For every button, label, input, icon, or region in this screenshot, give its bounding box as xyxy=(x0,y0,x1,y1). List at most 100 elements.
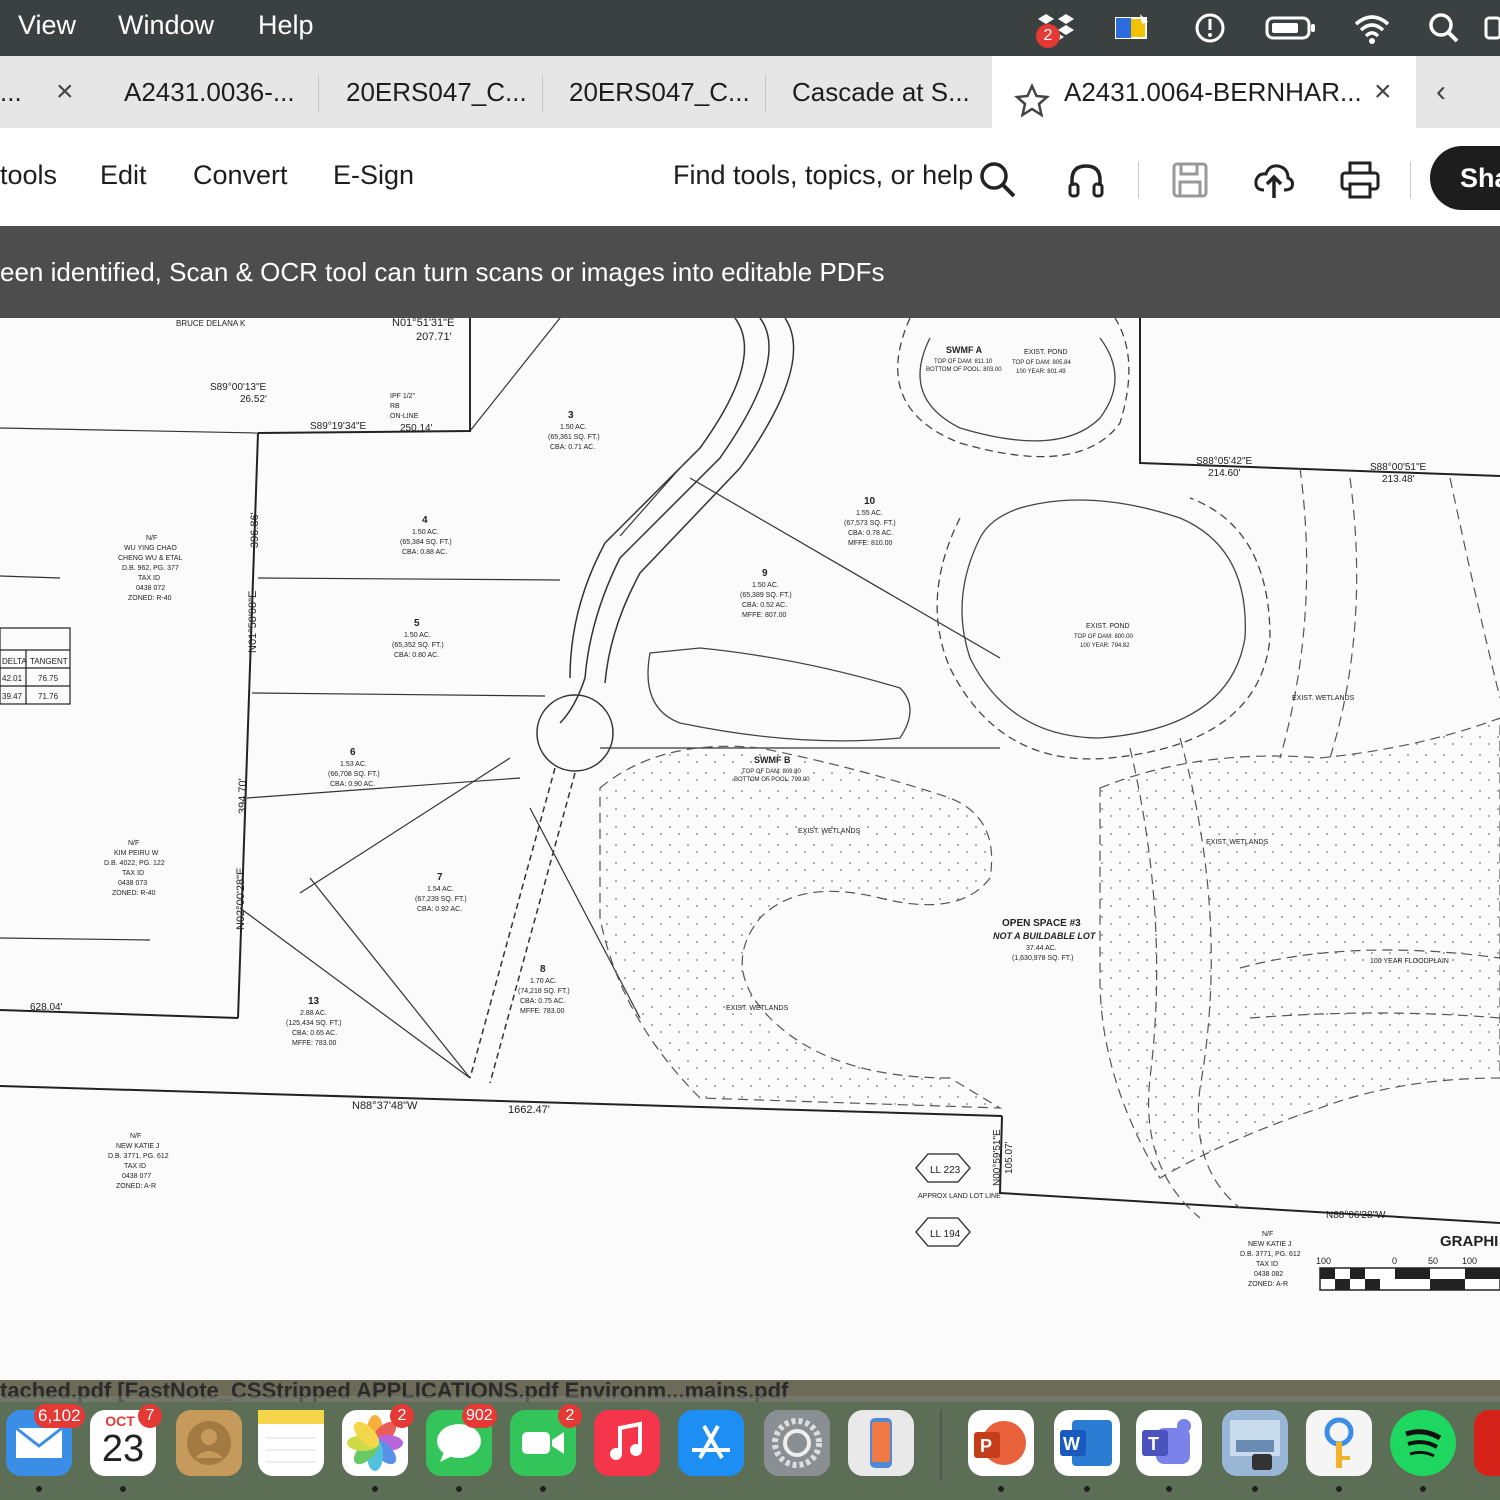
share-button[interactable]: Sha xyxy=(1430,146,1500,210)
tab-2[interactable]: 20ERS047_C... xyxy=(346,56,526,128)
word-app-icon[interactable]: W xyxy=(1054,1410,1120,1476)
distance-label: 396.86' xyxy=(249,512,261,548)
svg-text:N/F: N/F xyxy=(128,840,139,847)
distance-label: 214.60' xyxy=(1208,468,1241,479)
tab-1[interactable]: A2431.0036-... xyxy=(124,56,304,128)
svg-text:(125,434 SQ. FT.): (125,434 SQ. FT.) xyxy=(286,1020,342,1027)
svg-text:0438 077: 0438 077 xyxy=(122,1173,151,1180)
save-icon[interactable] xyxy=(1168,158,1212,202)
svg-text:WU YING CHAO: WU YING CHAO xyxy=(124,545,177,552)
pdf-document-view[interactable]: DELTA TANGENT 42.01 76.75 39.47 71.76 10… xyxy=(0,318,1500,1380)
search-icon[interactable] xyxy=(976,158,1020,202)
svg-text:CBA: 0.90 AC.: CBA: 0.90 AC. xyxy=(330,781,375,788)
svg-text:NOT A BUILDABLE LOT: NOT A BUILDABLE LOT xyxy=(993,931,1097,941)
alert-clock-icon[interactable] xyxy=(1190,10,1230,46)
keychain-app-icon[interactable] xyxy=(1306,1410,1372,1476)
tab-5-active[interactable]: A2431.0064-BERNHAR... × xyxy=(992,56,1416,128)
svg-text:MFFE: 783.00: MFFE: 783.00 xyxy=(292,1040,336,1047)
mail-badge: 6,102 xyxy=(34,1404,85,1428)
svg-text:D.B. 3771, PG. 612: D.B. 3771, PG. 612 xyxy=(1240,1251,1301,1258)
lot-6-label: 6 1.53 AC. (66,708 SQ. FT.) CBA: 0.90 AC… xyxy=(328,747,380,788)
svg-text:0438 082: 0438 082 xyxy=(1254,1271,1283,1278)
iphone-mirroring-icon[interactable] xyxy=(848,1410,914,1476)
svg-text:CBA: 0.65 AC.: CBA: 0.65 AC. xyxy=(292,1030,337,1037)
cloud-upload-icon[interactable] xyxy=(1252,158,1296,202)
menu-window[interactable]: Window xyxy=(118,10,214,41)
svg-text:(65,389 SQ. FT.): (65,389 SQ. FT.) xyxy=(740,592,792,599)
svg-text:MFFE: 783.00: MFFE: 783.00 xyxy=(520,1008,564,1015)
svg-text:SWMF A: SWMF A xyxy=(946,345,983,355)
swmf-b-pond xyxy=(647,647,911,742)
menu-esign[interactable]: E-Sign xyxy=(333,160,414,191)
app-store-icon[interactable] xyxy=(678,1410,744,1476)
svg-text:13: 13 xyxy=(308,996,320,1007)
bearing-label: N88°37'48"W xyxy=(352,1100,418,1112)
wetlands-area xyxy=(599,745,1003,1109)
svg-text:8: 8 xyxy=(540,964,546,975)
distance-label: 394.70' xyxy=(237,778,249,814)
system-settings-icon[interactable] xyxy=(764,1410,830,1476)
road-centerline xyxy=(559,318,770,724)
menu-view[interactable]: View xyxy=(18,10,76,41)
menu-help[interactable]: Help xyxy=(258,10,314,41)
spotify-app-icon[interactable] xyxy=(1390,1410,1456,1476)
svg-text:OPEN SPACE #3: OPEN SPACE #3 xyxy=(1002,918,1081,929)
menu-convert[interactable]: Convert xyxy=(193,160,288,191)
control-center-icon[interactable] xyxy=(1482,10,1500,46)
svg-text:EXIST. POND: EXIST. POND xyxy=(1086,623,1130,630)
star-icon[interactable] xyxy=(1013,74,1051,118)
running-indicator xyxy=(1084,1486,1090,1492)
svg-text:TOP OF DAM: 811.10: TOP OF DAM: 811.10 xyxy=(934,359,993,365)
distance-label: 250.14' xyxy=(400,423,433,434)
curve-table-header: DELTA xyxy=(2,657,27,666)
chevron-left-icon[interactable]: ‹ xyxy=(1436,56,1446,128)
exist-pond-right xyxy=(961,499,1246,739)
contacts-app-icon[interactable] xyxy=(176,1410,242,1476)
svg-text:1.53 AC.: 1.53 AC. xyxy=(340,761,367,768)
close-tab-icon[interactable]: × xyxy=(56,56,74,128)
battery-icon[interactable] xyxy=(1264,10,1318,46)
svg-text:D.B. 962, PG. 377: D.B. 962, PG. 377 xyxy=(122,565,179,572)
lot-7-label: 7 1.54 AC. (67,239 SQ. FT.) CBA: 0.92 AC… xyxy=(415,872,467,913)
notes-app-icon[interactable] xyxy=(258,1410,324,1476)
svg-text:ZONED: A-R: ZONED: A-R xyxy=(116,1183,156,1190)
svg-text:TAX ID: TAX ID xyxy=(124,1163,146,1170)
preview-app-icon[interactable] xyxy=(1222,1410,1288,1476)
tab-3[interactable]: 20ERS047_C... xyxy=(569,56,749,128)
powerpoint-app-icon[interactable]: P xyxy=(968,1410,1034,1476)
curve-table-cell: 76.75 xyxy=(38,674,59,683)
running-indicator xyxy=(36,1486,42,1492)
tab-0[interactable]: ... × xyxy=(0,56,96,128)
tab-4[interactable]: Cascade at S... xyxy=(792,56,972,128)
ocr-notice-banner: een identified, Scan & OCR tool can turn… xyxy=(0,226,1500,318)
tab-label: 20ERS047_C... xyxy=(569,77,749,107)
photos-badge: 2 xyxy=(390,1404,414,1428)
bearing-label: S89°00'13"E xyxy=(210,382,266,393)
monitor-control-icon[interactable] xyxy=(1112,10,1152,46)
running-indicator xyxy=(1166,1486,1172,1492)
spotlight-search-icon[interactable] xyxy=(1424,10,1464,46)
svg-text:(67,239 SQ. FT.): (67,239 SQ. FT.) xyxy=(415,896,467,903)
svg-text:KIM PEIRU W: KIM PEIRU W xyxy=(114,850,159,857)
svg-text:1.55 AC.: 1.55 AC. xyxy=(856,510,883,517)
svg-text:2.88 AC.: 2.88 AC. xyxy=(300,1010,327,1017)
menu-edit[interactable]: Edit xyxy=(100,160,147,191)
find-tools-search[interactable]: Find tools, topics, or help xyxy=(673,160,973,191)
scale-tick: 100 xyxy=(1462,1256,1477,1266)
acrobat-app-icon[interactable] xyxy=(1474,1410,1500,1476)
approx-land-lot-line: APPROX LAND LOT LINE xyxy=(918,1193,1001,1200)
land-lot-194: LL 194 xyxy=(930,1229,961,1240)
lot-4-label: 4 1.50 AC. (65,384 SQ. FT.) CBA: 0.88 AC… xyxy=(400,515,452,556)
music-app-icon[interactable] xyxy=(594,1410,660,1476)
tab-label: A2431.0036-... xyxy=(124,77,295,107)
bearing-label: N01°58'08"E xyxy=(247,591,259,653)
menu-all-tools[interactable]: tools xyxy=(0,160,57,191)
floodplain-label: 100 YEAR FLOODPLAIN xyxy=(1370,958,1449,965)
svg-text:(1,630,978 SQ. FT.): (1,630,978 SQ. FT.) xyxy=(1012,955,1073,962)
teams-app-icon[interactable]: T xyxy=(1136,1410,1202,1476)
headphones-icon[interactable] xyxy=(1064,158,1108,202)
wifi-icon[interactable] xyxy=(1352,10,1392,46)
print-icon[interactable] xyxy=(1338,158,1382,202)
svg-text:CBA: 0.75 AC.: CBA: 0.75 AC. xyxy=(520,998,565,1005)
close-tab-icon[interactable]: × xyxy=(1374,56,1392,128)
